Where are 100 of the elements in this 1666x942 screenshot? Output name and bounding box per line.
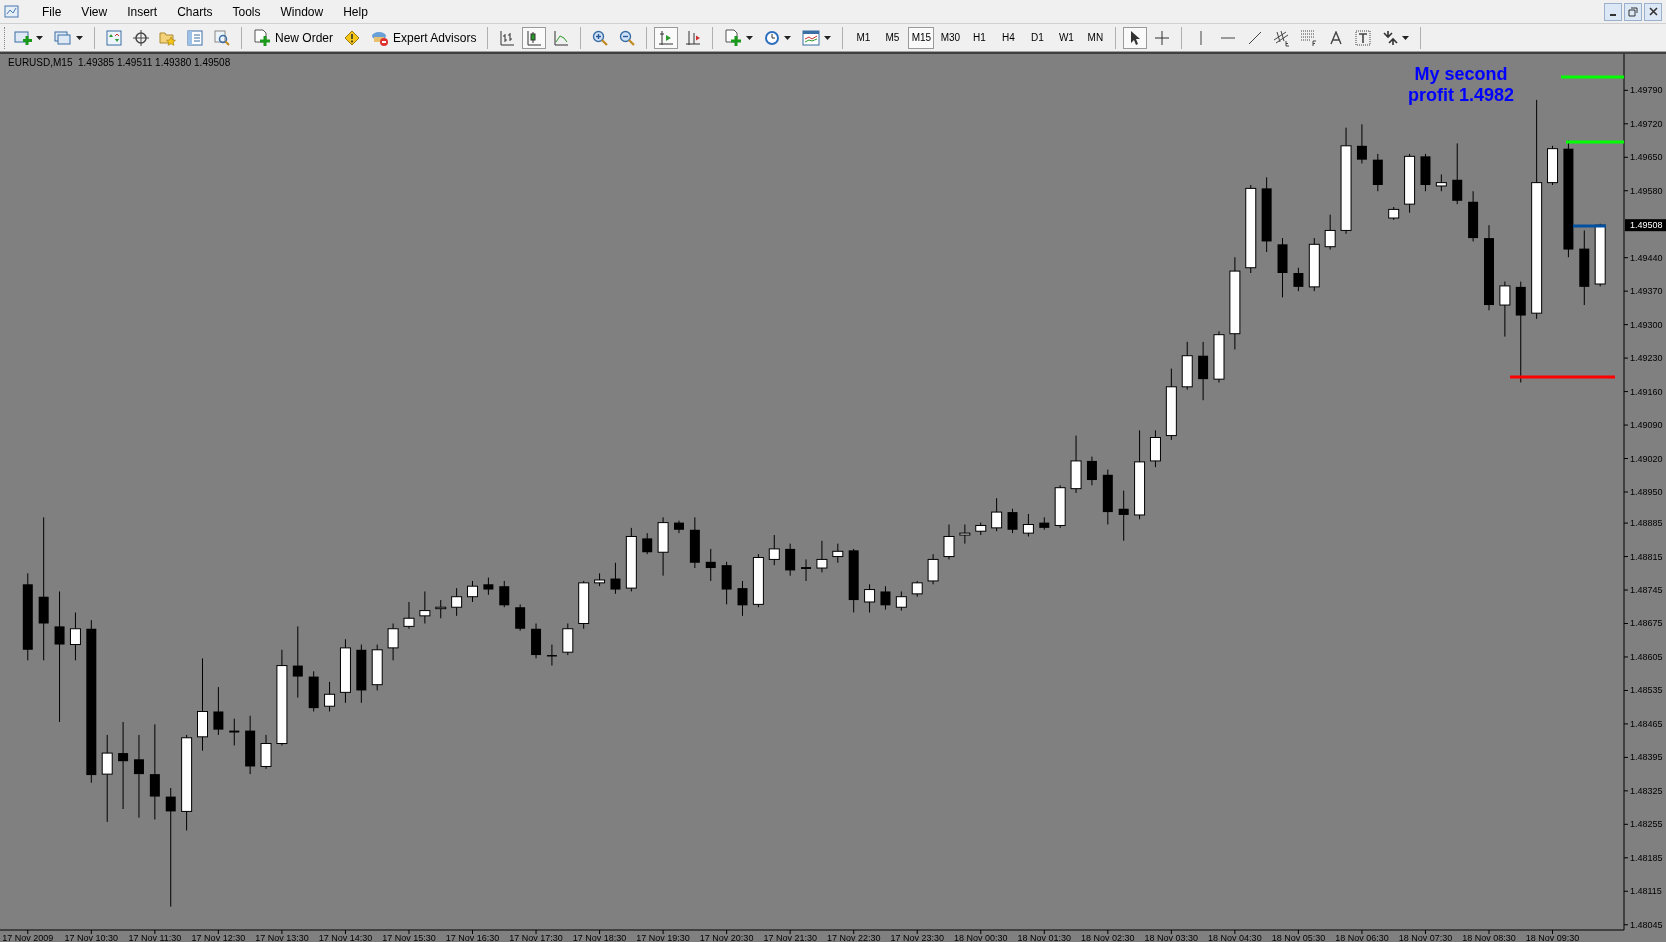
candlestick bbox=[991, 497, 1003, 532]
timeframe-button[interactable]: D1 bbox=[1024, 26, 1051, 49]
new-order-button[interactable]: New Order bbox=[249, 26, 337, 49]
timeframe-button[interactable]: MN bbox=[1082, 26, 1109, 49]
time-label: 17 Nov 14:30 bbox=[318, 933, 373, 942]
caret-icon[interactable] bbox=[76, 35, 83, 40]
price-label: 1.48255 bbox=[1630, 819, 1663, 830]
candlestick bbox=[1102, 469, 1113, 525]
time-label: 17 Nov 23:30 bbox=[890, 933, 944, 942]
caret-icon[interactable] bbox=[746, 35, 754, 40]
line-chart-icon bbox=[553, 29, 570, 46]
document-plus-icon bbox=[253, 28, 271, 47]
candlestick bbox=[308, 670, 319, 712]
horizontal-line-icon bbox=[1221, 35, 1236, 40]
timeframe-button[interactable]: M30 bbox=[937, 26, 964, 49]
menu-item[interactable]: Charts bbox=[167, 2, 223, 21]
price-label: 1.49650 bbox=[1630, 152, 1663, 163]
menu-item[interactable]: View bbox=[71, 2, 118, 21]
candlestick bbox=[1452, 142, 1463, 205]
warning-icon bbox=[344, 29, 360, 46]
expert-advisors-button[interactable]: Expert Advisors bbox=[367, 26, 481, 49]
menu-item[interactable]: File bbox=[32, 2, 72, 21]
timeframe-button[interactable]: W1 bbox=[1053, 26, 1080, 49]
price-label: 1.48745 bbox=[1630, 585, 1663, 595]
time-label: 17 Nov 19:30 bbox=[636, 933, 690, 942]
caret-icon[interactable] bbox=[36, 35, 43, 40]
candlestick bbox=[515, 603, 526, 632]
timeframe-button[interactable]: H4 bbox=[995, 26, 1022, 49]
candlestick bbox=[832, 543, 844, 564]
candlestick bbox=[1293, 267, 1304, 292]
crosshair-circle-icon bbox=[133, 29, 149, 46]
time-label: 18 Nov 00:30 bbox=[954, 933, 1008, 942]
price-label: 1.48950 bbox=[1630, 487, 1663, 497]
axis-arrow-icon bbox=[658, 29, 675, 46]
caret-icon[interactable] bbox=[784, 35, 792, 40]
menu-item[interactable]: Insert bbox=[117, 2, 168, 21]
candlestick bbox=[356, 644, 367, 704]
letter-icon bbox=[1330, 30, 1343, 45]
price-label: 1.49720 bbox=[1630, 118, 1663, 129]
time-label: 17 Nov 2009 bbox=[2, 933, 54, 942]
candlestick bbox=[531, 623, 542, 659]
app-icon[interactable] bbox=[4, 3, 20, 20]
time-label: 17 Nov 17:30 bbox=[509, 933, 563, 942]
candlestick bbox=[245, 715, 256, 775]
candlestick bbox=[848, 548, 859, 613]
time-label: 18 Nov 08:30 bbox=[1462, 933, 1516, 942]
candlestick bbox=[419, 590, 431, 624]
chart-type-button[interactable] bbox=[522, 26, 547, 49]
time-label: 18 Nov 01:30 bbox=[1017, 933, 1072, 942]
axis-shift-icon bbox=[685, 29, 702, 46]
candlestick bbox=[1181, 341, 1193, 391]
time-label: 17 Nov 20:30 bbox=[699, 933, 754, 942]
price-label: 1.49160 bbox=[1630, 386, 1663, 397]
candlestick bbox=[1213, 330, 1225, 383]
price-label: 1.48885 bbox=[1630, 518, 1663, 529]
candlestick bbox=[69, 612, 81, 661]
timeframe-button[interactable]: M5 bbox=[879, 26, 906, 49]
caret-icon[interactable] bbox=[824, 35, 832, 40]
candlestick bbox=[435, 599, 447, 619]
timeframe-button[interactable]: M1 bbox=[850, 26, 877, 49]
candlestick bbox=[1594, 223, 1606, 287]
time-label: 18 Nov 06:30 bbox=[1335, 933, 1389, 942]
price-label: 1.48395 bbox=[1630, 752, 1663, 763]
zoom-out-icon bbox=[619, 29, 636, 46]
arrows-icon bbox=[1382, 29, 1399, 46]
close-button[interactable] bbox=[1644, 2, 1662, 21]
autoscroll-button[interactable] bbox=[654, 26, 679, 49]
time-label: 17 Nov 10:30 bbox=[64, 933, 119, 942]
price-label: 1.48605 bbox=[1630, 651, 1663, 662]
minimize-button[interactable] bbox=[1604, 2, 1622, 21]
candlestick bbox=[752, 553, 764, 608]
candlestick bbox=[403, 601, 415, 630]
price-label: 1.48465 bbox=[1630, 718, 1663, 729]
menu-item[interactable]: Tools bbox=[222, 2, 271, 21]
caret-icon[interactable] bbox=[1402, 35, 1410, 40]
candlestick bbox=[943, 524, 955, 560]
menu-item[interactable]: Help bbox=[333, 2, 378, 21]
windows-icon bbox=[54, 29, 72, 46]
dotted-lines-icon bbox=[1300, 28, 1319, 47]
candlestick bbox=[483, 577, 494, 596]
time-label: 17 Nov 13:30 bbox=[255, 933, 309, 942]
menu-item[interactable]: Window bbox=[270, 2, 334, 21]
hatched-lines-icon bbox=[1273, 28, 1292, 47]
candlestick bbox=[1149, 429, 1161, 468]
candlestick bbox=[1198, 341, 1209, 401]
time-label: 18 Nov 05:30 bbox=[1271, 933, 1326, 942]
candlestick bbox=[387, 623, 399, 661]
vertical-line-icon bbox=[1199, 30, 1204, 45]
timeframe-button[interactable]: H1 bbox=[966, 26, 993, 49]
candlestick bbox=[737, 580, 748, 617]
candlestick bbox=[1324, 214, 1336, 251]
pointer-tool-button[interactable] bbox=[1123, 26, 1148, 49]
candlestick bbox=[927, 553, 939, 585]
timeframe-button[interactable]: M15 bbox=[908, 26, 935, 49]
candlestick-icon bbox=[526, 29, 543, 46]
price-label: 1.48535 bbox=[1630, 685, 1663, 696]
chart-window-icon bbox=[802, 29, 821, 46]
price-label: 1.48675 bbox=[1630, 618, 1663, 629]
candlestick bbox=[1308, 237, 1320, 292]
candlestick bbox=[1086, 456, 1097, 486]
